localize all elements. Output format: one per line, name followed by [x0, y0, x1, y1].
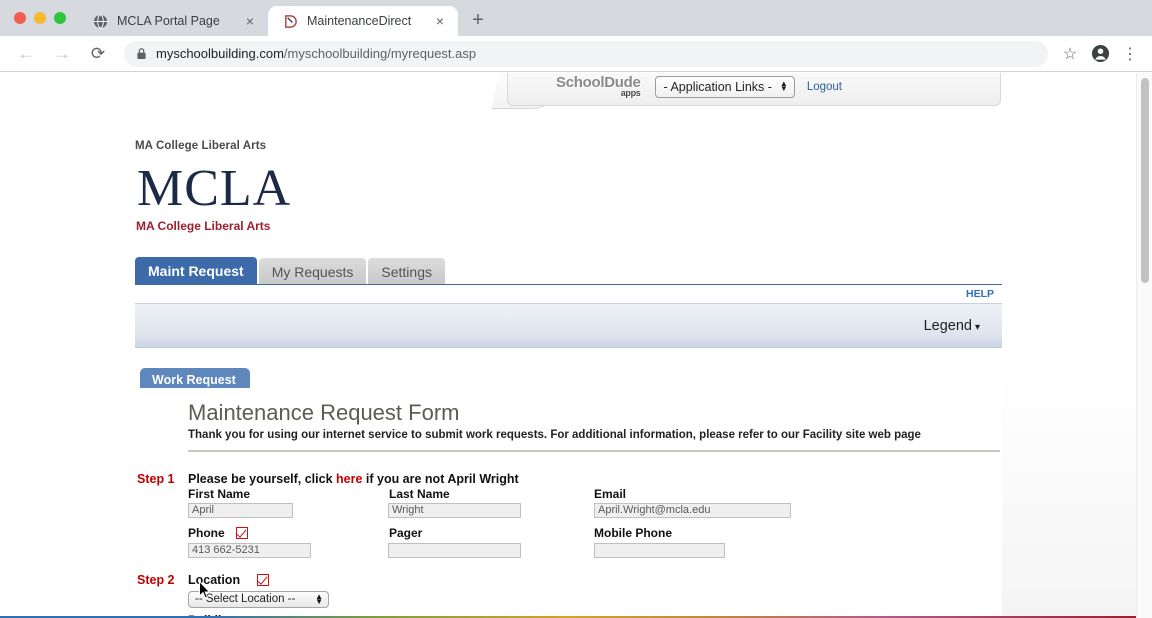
phone-field[interactable]: 413 662-5231	[188, 543, 311, 558]
tab-my-requests[interactable]: My Requests	[258, 258, 367, 285]
tab-title: MCLA Portal Page	[117, 14, 220, 28]
url-path: /myschoolbuilding/myrequest.asp	[283, 46, 477, 61]
main-tab-bar: Maint Request My Requests Settings	[135, 257, 447, 285]
browser-tab-mcla-portal[interactable]: MCLA Portal Page ×	[78, 6, 268, 36]
mouse-cursor	[199, 580, 211, 600]
page-scrollbar[interactable]	[1136, 73, 1152, 618]
help-link[interactable]: HELP	[966, 288, 994, 300]
reload-button[interactable]: ⟳	[83, 39, 113, 69]
step-1-instruction: Please be yourself, click here if you ar…	[188, 472, 519, 486]
phone-required-check-icon	[236, 527, 248, 539]
address-bar[interactable]: myschoolbuilding.com/myschoolbuilding/my…	[124, 40, 1048, 67]
schooldude-logo: SchoolDude apps	[556, 75, 641, 98]
mobile-phone-label: Mobile Phone	[594, 526, 672, 540]
help-bar: HELP	[135, 285, 1002, 303]
application-links-label: - Application Links -	[663, 79, 772, 94]
maintenancedirect-icon	[282, 13, 298, 29]
last-name-field[interactable]: Wright	[388, 503, 521, 518]
chevron-down-icon: ▾	[974, 321, 980, 333]
legend-dropdown[interactable]: Legend ▾	[924, 318, 980, 334]
instruction-after: if you are not April Wright	[362, 472, 519, 486]
minimize-window-button[interactable]	[34, 12, 46, 24]
form-title: Maintenance Request Form	[188, 400, 460, 425]
content-panel: HELP Legend ▾ Work Request Maintenance Re…	[135, 284, 1002, 618]
close-icon[interactable]: ×	[432, 13, 448, 29]
tab-title: MaintenanceDirect	[307, 14, 412, 28]
tab-maint-request[interactable]: Maint Request	[135, 257, 257, 285]
legend-bar: Legend ▾	[135, 303, 1002, 348]
form-subtitle: Thank you for using our internet service…	[188, 429, 921, 441]
pager-field[interactable]	[388, 543, 521, 558]
close-icon[interactable]: ×	[242, 13, 258, 29]
email-field[interactable]: April.Wright@mcla.edu	[594, 503, 791, 518]
maintenance-request-form: Maintenance Request Form Thank you for u…	[135, 388, 1002, 618]
close-window-button[interactable]	[14, 12, 26, 24]
work-request-tab-row: Work Request	[135, 368, 1002, 392]
lock-icon	[136, 47, 147, 60]
legend-label: Legend	[923, 317, 972, 334]
schooldude-app-bar: SchoolDude apps - Application Links - ▲ ▼…	[507, 73, 1001, 106]
application-links-select[interactable]: - Application Links - ▲ ▼	[654, 75, 795, 98]
location-required-check-icon	[257, 574, 269, 586]
panel-spacer	[135, 348, 1002, 370]
brand-bottom-text: MA College Liberal Arts	[136, 219, 271, 233]
chevron-updown-icon: ▲ ▼	[315, 591, 323, 606]
browser-window: MCLA Portal Page × MaintenanceDirect × +…	[0, 0, 1152, 618]
tab-settings[interactable]: Settings	[368, 258, 445, 285]
step-2-label: Step 2	[137, 573, 175, 587]
logout-link[interactable]: Logout	[807, 81, 842, 93]
url-host: myschoolbuilding.com	[156, 46, 284, 61]
mcla-wordmark: MCLA	[137, 160, 292, 217]
forward-button[interactable]: →	[47, 39, 77, 69]
chevron-updown-icon: ▲ ▼	[779, 78, 788, 93]
window-traffic-lights	[10, 0, 78, 36]
last-name-label: Last Name	[389, 487, 450, 501]
back-button[interactable]: ←	[11, 39, 41, 69]
form-divider	[188, 450, 1000, 452]
instruction-before: Please be yourself, click	[188, 472, 336, 486]
chrome-menu-icon[interactable]: ⋮	[1116, 40, 1144, 68]
location-label: Location	[188, 573, 241, 587]
new-tab-button[interactable]: +	[464, 6, 492, 34]
first-name-field[interactable]: April	[188, 503, 293, 518]
page-viewport: SchoolDude apps - Application Links - ▲ ▼…	[0, 73, 1152, 618]
brand-top-text: MA College Liberal Arts	[135, 140, 267, 152]
step-1-label: Step 1	[137, 472, 175, 486]
email-label: Email	[594, 487, 627, 501]
scrollbar-thumb[interactable]	[1141, 78, 1149, 283]
url-text: myschoolbuilding.com/myschoolbuilding/my…	[156, 46, 476, 61]
pager-label: Pager	[389, 526, 423, 540]
browser-toolbar: ← → ⟳ myschoolbuilding.com/myschoolbuild…	[0, 36, 1152, 72]
browser-tab-strip: MCLA Portal Page × MaintenanceDirect × +	[0, 0, 1152, 36]
toolbar-icon-group: ☆ ⋮	[1056, 40, 1144, 68]
bookmark-star-icon[interactable]: ☆	[1056, 40, 1084, 68]
page-right-gutter	[1002, 73, 1136, 618]
phone-label: Phone	[188, 526, 225, 540]
globe-icon	[92, 13, 108, 29]
maximize-window-button[interactable]	[54, 12, 66, 24]
mobile-phone-field[interactable]	[594, 543, 725, 558]
profile-avatar-icon[interactable]	[1086, 40, 1114, 68]
browser-tab-maintenancedirect[interactable]: MaintenanceDirect ×	[268, 6, 458, 36]
first-name-label: First Name	[188, 487, 251, 501]
here-link[interactable]: here	[336, 472, 362, 486]
web-page: SchoolDude apps - Application Links - ▲ ▼…	[0, 73, 1136, 618]
